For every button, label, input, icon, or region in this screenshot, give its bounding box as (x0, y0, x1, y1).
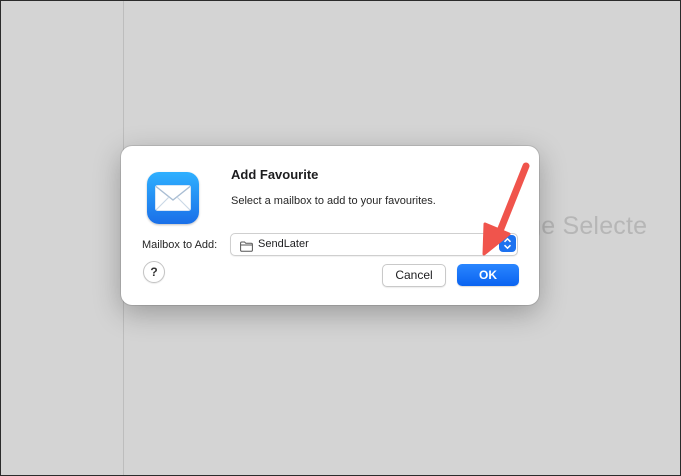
annotation-arrow-icon (482, 162, 530, 256)
